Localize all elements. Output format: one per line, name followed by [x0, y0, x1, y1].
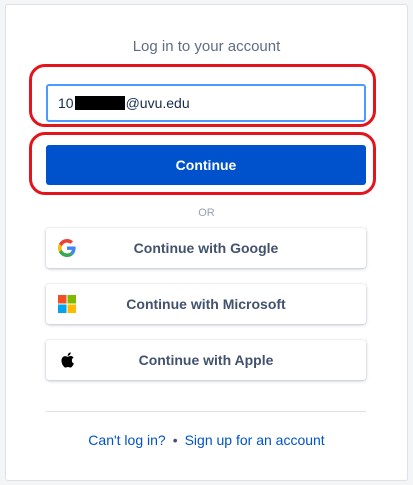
footer-links: Can't log in? • Sign up for an account: [6, 432, 407, 448]
continue-with-apple-button[interactable]: Continue with Apple: [46, 340, 366, 380]
apple-logo-icon: [58, 351, 76, 369]
page-title: Log in to your account: [132, 38, 281, 55]
continue-button[interactable]: Continue: [46, 145, 366, 185]
signup-link[interactable]: Sign up for an account: [185, 432, 325, 448]
email-prefix: 10: [58, 95, 74, 111]
google-button-label: Continue with Google: [133, 240, 279, 256]
email-suffix: @uvu.edu: [125, 95, 190, 111]
microsoft-logo-icon: [58, 295, 76, 313]
continue-with-google-button[interactable]: Continue with Google: [46, 228, 366, 268]
google-logo-icon: [58, 239, 76, 257]
cant-login-link[interactable]: Can't log in?: [88, 432, 165, 448]
continue-with-microsoft-button[interactable]: Continue with Microsoft: [46, 284, 366, 324]
footer-separator: •: [172, 432, 178, 448]
footer-divider: [46, 411, 366, 412]
login-card: Log in to your account 10 @uvu.edu Conti…: [5, 4, 408, 481]
redaction-block: [74, 96, 125, 110]
microsoft-button-label: Continue with Microsoft: [126, 296, 286, 312]
email-field[interactable]: 10 @uvu.edu: [46, 84, 366, 122]
or-separator: OR: [198, 207, 215, 219]
apple-button-label: Continue with Apple: [138, 352, 274, 368]
